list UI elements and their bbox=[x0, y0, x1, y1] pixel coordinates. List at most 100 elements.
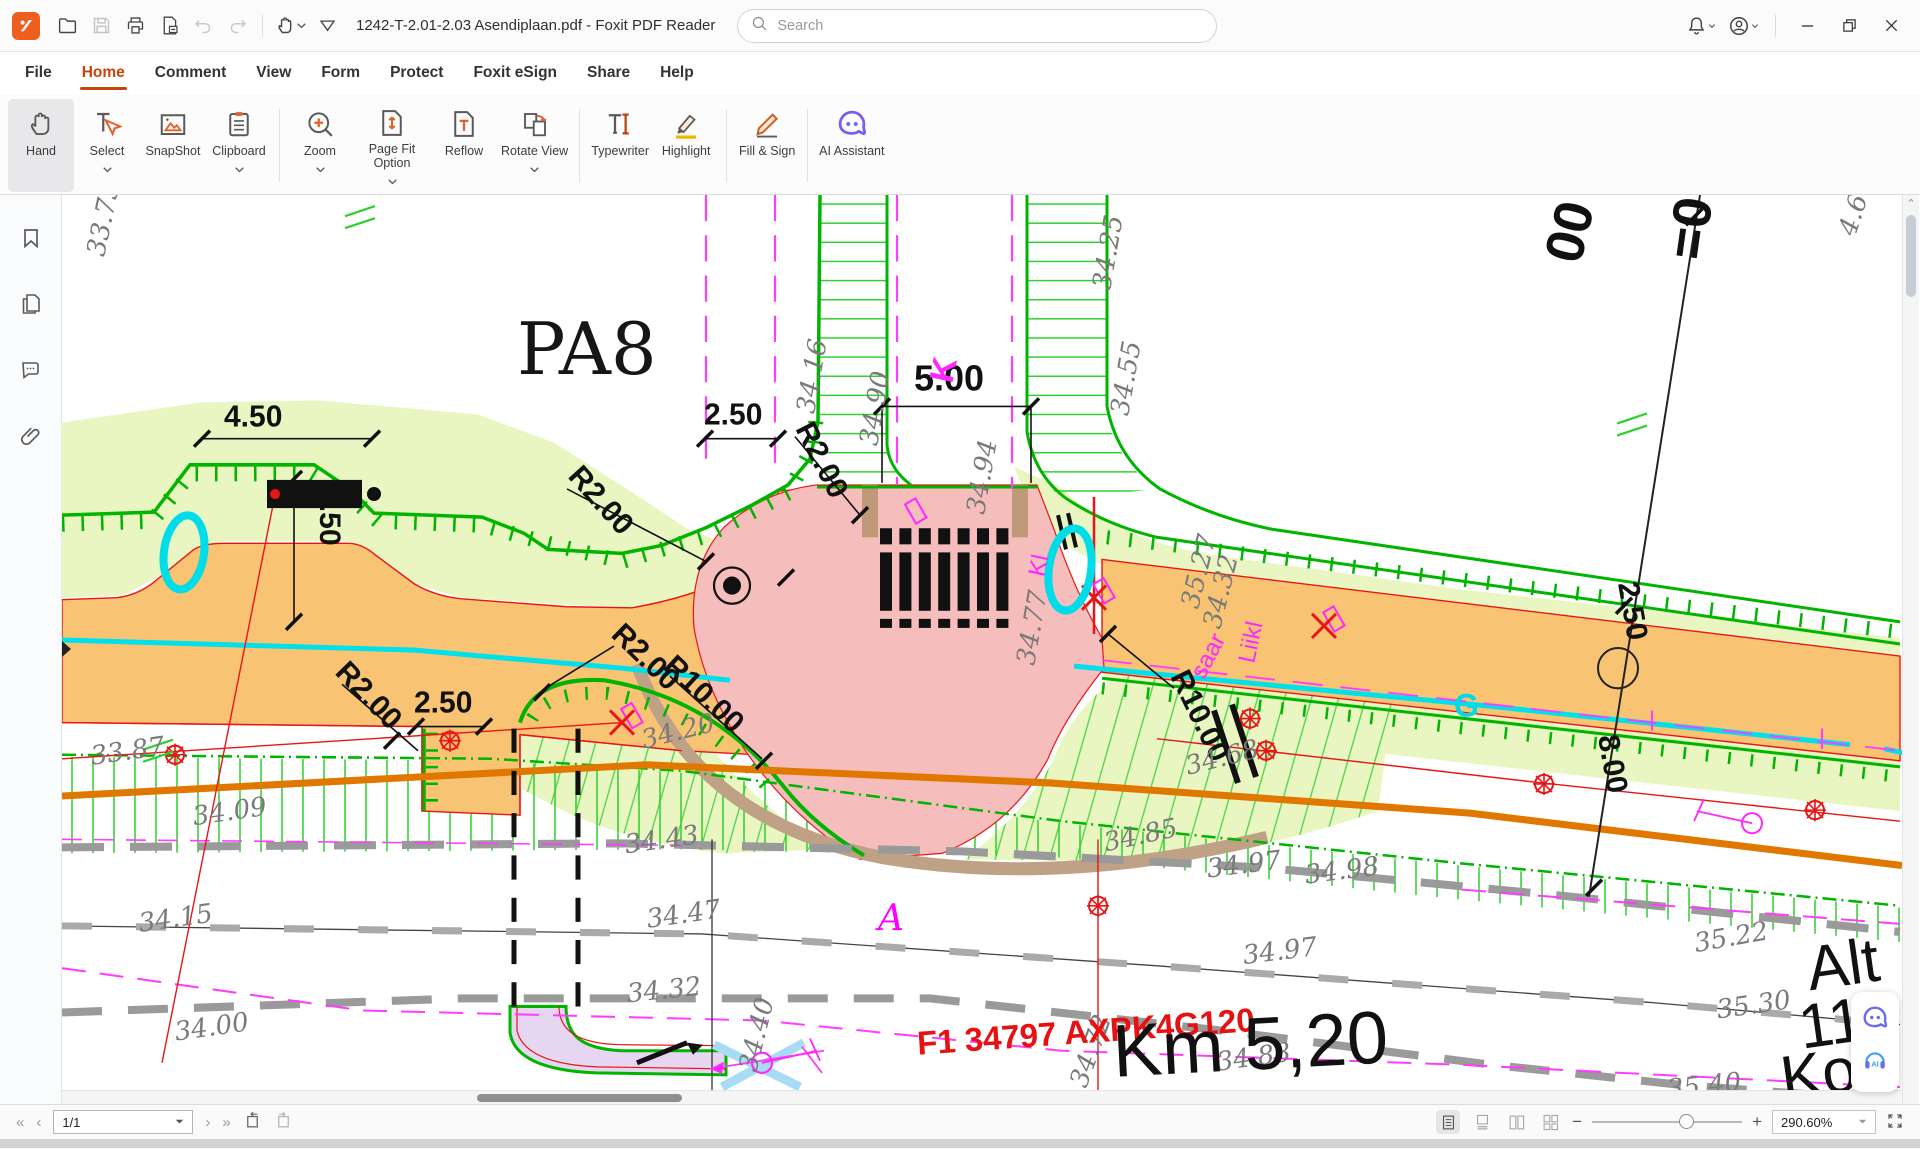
undo-button[interactable] bbox=[188, 11, 218, 41]
print-button[interactable] bbox=[120, 11, 150, 41]
zoom-in-button[interactable]: + bbox=[1752, 1112, 1762, 1132]
ribbon-page-fit-option[interactable]: Page Fit Option bbox=[353, 99, 431, 192]
rotate-right-button[interactable] bbox=[274, 1111, 293, 1133]
caret-down-icon bbox=[235, 160, 244, 178]
facing-continuous-view-button[interactable] bbox=[1538, 1110, 1562, 1134]
drawing-label: 2.50 bbox=[414, 686, 472, 719]
ai-chat-icon[interactable] bbox=[1862, 1005, 1888, 1036]
zoom-out-button[interactable]: − bbox=[1572, 1112, 1582, 1132]
caret-down-icon bbox=[1858, 1119, 1867, 1125]
drawing-label: PA8 bbox=[517, 308, 657, 392]
sidebar-pages-button[interactable] bbox=[16, 291, 46, 321]
ribbon-zoom[interactable]: Zoom bbox=[287, 99, 353, 192]
ribbon-snapshot[interactable]: SnapShot bbox=[140, 99, 206, 192]
page-indicator-select[interactable]: 1/1 bbox=[53, 1110, 193, 1134]
panel-expander-arrow[interactable] bbox=[62, 641, 71, 657]
snapshot-icon bbox=[158, 106, 188, 142]
comment-icon bbox=[19, 358, 43, 387]
horizontal-scrollbar-thumb[interactable] bbox=[477, 1094, 682, 1102]
scroll-up-arrow[interactable]: ⌃ bbox=[1903, 197, 1919, 210]
drawing-label: 35.40 bbox=[1666, 1067, 1743, 1090]
menu-protect[interactable]: Protect bbox=[375, 53, 458, 93]
drawing-label: 34.55 bbox=[1105, 339, 1147, 418]
ribbon-ai-assistant[interactable]: AI Assistant bbox=[815, 99, 888, 192]
caret-down-icon bbox=[530, 160, 539, 178]
rotate-left-button[interactable] bbox=[243, 1111, 262, 1133]
menu-share[interactable]: Share bbox=[572, 53, 645, 93]
last-page-button[interactable]: » bbox=[222, 1114, 230, 1131]
menu-comment[interactable]: Comment bbox=[140, 53, 241, 93]
document-canvas[interactable]: PA84.504.502.505.00R2.00R2.00R2.00R2.00R… bbox=[62, 195, 1902, 1104]
continuous-view-button[interactable] bbox=[1470, 1110, 1494, 1134]
pages-icon bbox=[19, 292, 43, 321]
drawing-label: 34.47 bbox=[645, 895, 723, 935]
ai-voice-icon[interactable]: AI bbox=[1862, 1048, 1888, 1079]
menu-form[interactable]: Form bbox=[306, 53, 375, 93]
open-file-button[interactable] bbox=[52, 11, 82, 41]
notifications-button[interactable] bbox=[1684, 11, 1718, 41]
sidebar-attachments-button[interactable] bbox=[16, 423, 46, 453]
rotate-view-icon bbox=[520, 106, 550, 142]
ribbon-separator bbox=[726, 109, 727, 182]
sidebar-bookmarks-button[interactable] bbox=[16, 225, 46, 255]
ribbon-separator bbox=[579, 109, 580, 182]
caret-down-icon bbox=[1708, 23, 1716, 29]
single-page-view-button[interactable] bbox=[1436, 1110, 1460, 1134]
ai-assistant-icon bbox=[837, 106, 867, 142]
drawing-label: G bbox=[1454, 687, 1479, 723]
account-button[interactable] bbox=[1726, 11, 1761, 41]
horizontal-scrollbar[interactable] bbox=[62, 1090, 1902, 1104]
zoom-level-select[interactable]: 290.60% bbox=[1772, 1110, 1876, 1134]
caret-down-icon bbox=[175, 1119, 184, 1125]
divider bbox=[262, 15, 263, 37]
vertical-scrollbar[interactable]: ⌃ bbox=[1902, 195, 1919, 1104]
page-indicator: 1/1 bbox=[62, 1115, 80, 1130]
zoom-slider[interactable] bbox=[1592, 1121, 1742, 1123]
menu-bar: FileHomeCommentViewFormProtectFoxit eSig… bbox=[0, 52, 1920, 94]
ribbon-fill-sign[interactable]: Fill & Sign bbox=[734, 99, 800, 192]
zoom-slider-knob[interactable] bbox=[1679, 1114, 1694, 1129]
menu-foxit-esign[interactable]: Foxit eSign bbox=[458, 53, 572, 93]
vertical-scrollbar-thumb[interactable] bbox=[1906, 215, 1916, 297]
export-button[interactable] bbox=[154, 11, 184, 41]
ribbon-highlight[interactable]: Highlight bbox=[653, 99, 719, 192]
collapse-toolbar-button[interactable] bbox=[312, 11, 342, 41]
menu-home[interactable]: Home bbox=[67, 53, 140, 93]
hand-mode-button[interactable] bbox=[273, 11, 308, 41]
menu-help[interactable]: Help bbox=[645, 53, 709, 93]
restore-button[interactable] bbox=[1832, 11, 1866, 41]
ribbon-separator bbox=[807, 109, 808, 182]
drawing-label: 34.00 bbox=[173, 1007, 251, 1047]
next-page-button[interactable]: › bbox=[205, 1114, 210, 1131]
status-bar: « ‹ 1/1 › » − + 290.60% bbox=[0, 1104, 1920, 1139]
minimize-button[interactable] bbox=[1790, 11, 1824, 41]
foxit-logo-icon bbox=[12, 12, 40, 40]
ribbon-reflow[interactable]: Reflow bbox=[431, 99, 497, 192]
sidebar-comments-button[interactable] bbox=[16, 357, 46, 387]
navigation-sidebar bbox=[0, 195, 62, 1104]
ribbon-hand[interactable]: Hand bbox=[8, 99, 74, 192]
facing-view-button[interactable] bbox=[1504, 1110, 1528, 1134]
close-button[interactable] bbox=[1874, 11, 1908, 41]
menu-file[interactable]: File bbox=[10, 53, 67, 93]
drawing-label: Ko bbox=[1776, 1035, 1861, 1090]
hand-icon bbox=[26, 106, 56, 142]
ribbon-select[interactable]: Select bbox=[74, 99, 140, 192]
drawing-label: 2.50 bbox=[704, 398, 762, 431]
previous-page-button[interactable]: ‹ bbox=[36, 1114, 41, 1131]
divider bbox=[1775, 15, 1776, 37]
search-input[interactable]: Search bbox=[737, 9, 1217, 43]
menu-view[interactable]: View bbox=[241, 53, 306, 93]
drawing-label: 4.50 bbox=[313, 487, 346, 546]
pdf-page-drawing: PA84.504.502.505.00R2.00R2.00R2.00R2.00R… bbox=[62, 195, 1902, 1090]
fullscreen-button[interactable] bbox=[1886, 1112, 1904, 1133]
caret-down-icon bbox=[316, 160, 325, 178]
drawing-label: 35.30 bbox=[1715, 985, 1793, 1025]
drawing-label: Km 5,20 bbox=[1111, 995, 1391, 1090]
ribbon-typewriter[interactable]: Typewriter bbox=[587, 99, 653, 192]
ribbon-clipboard[interactable]: Clipboard bbox=[206, 99, 272, 192]
redo-button[interactable] bbox=[222, 11, 252, 41]
first-page-button[interactable]: « bbox=[16, 1114, 24, 1131]
ribbon-rotate-view[interactable]: Rotate View bbox=[497, 99, 572, 192]
save-file-button[interactable] bbox=[86, 11, 116, 41]
